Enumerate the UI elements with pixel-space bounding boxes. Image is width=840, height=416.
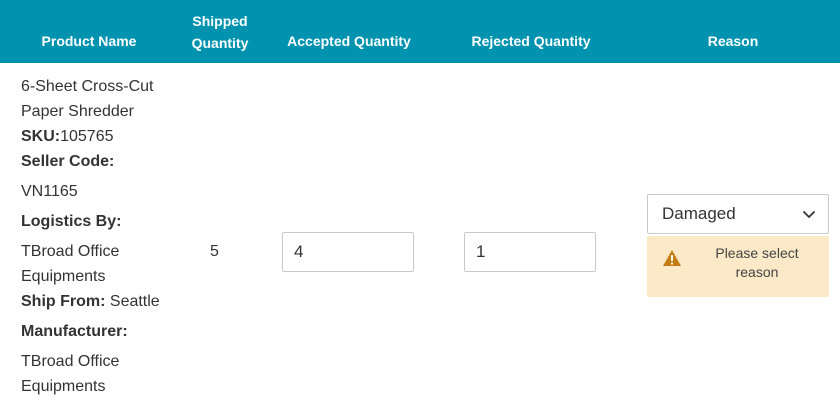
column-header-rejected-quantity: Rejected Quantity [471, 33, 591, 49]
accepted-quantity-input[interactable] [282, 232, 414, 272]
manufacturer-line1: TBroad Office [21, 353, 120, 370]
column-header-accepted-quantity: Accepted Quantity [287, 33, 411, 49]
logistics-line2: Equipments [21, 268, 106, 285]
warning-message: Please select reason [693, 244, 821, 282]
ship-from: Ship From: Seattle [21, 289, 171, 314]
shipped-quantity: 5 [210, 243, 219, 260]
column-header-shipped-quantity: Shipped Quantity [178, 0, 262, 63]
manufacturer-label: Manufacturer: [21, 323, 128, 340]
warning-triangle-icon [663, 250, 681, 266]
seller-code-value: VN1165 [21, 183, 78, 200]
manufacturer-line2: Equipments [21, 378, 106, 395]
sku-value: 105765 [60, 128, 114, 145]
warning-message-line2: reason [735, 264, 779, 280]
logistics-label: Logistics By: [21, 213, 122, 230]
rejected-quantity-input[interactable] [464, 232, 596, 272]
chevron-down-icon [803, 211, 815, 218]
reason-select[interactable]: Damaged [647, 194, 829, 234]
logistics-line1: TBroad Office [21, 243, 120, 260]
reason-warning: Please select reason [647, 236, 829, 297]
shipped-header-line1: Shipped [192, 12, 248, 29]
sku: SKU:105765 [21, 124, 171, 149]
column-header-product-name: Product Name [41, 33, 137, 49]
column-header-reason: Reason [707, 33, 759, 49]
ship-from-value: Seattle [109, 293, 160, 310]
reason-selected-value: Damaged [662, 204, 736, 223]
product-name-line2: Paper Shredder [21, 103, 134, 120]
warning-message-line1: Please select [715, 245, 799, 261]
seller-code-label: Seller Code: [21, 153, 115, 170]
product-details: 6-Sheet Cross-Cut Paper Shredder SKU:105… [21, 74, 171, 399]
ship-from-label: Ship From: [21, 293, 106, 310]
shipped-header-line2: Quantity [191, 34, 249, 51]
sku-label: SKU: [21, 128, 61, 145]
table-header: Product Name Shipped Quantity Accepted Q… [0, 0, 840, 63]
product-name-line1: 6-Sheet Cross-Cut [21, 78, 154, 95]
